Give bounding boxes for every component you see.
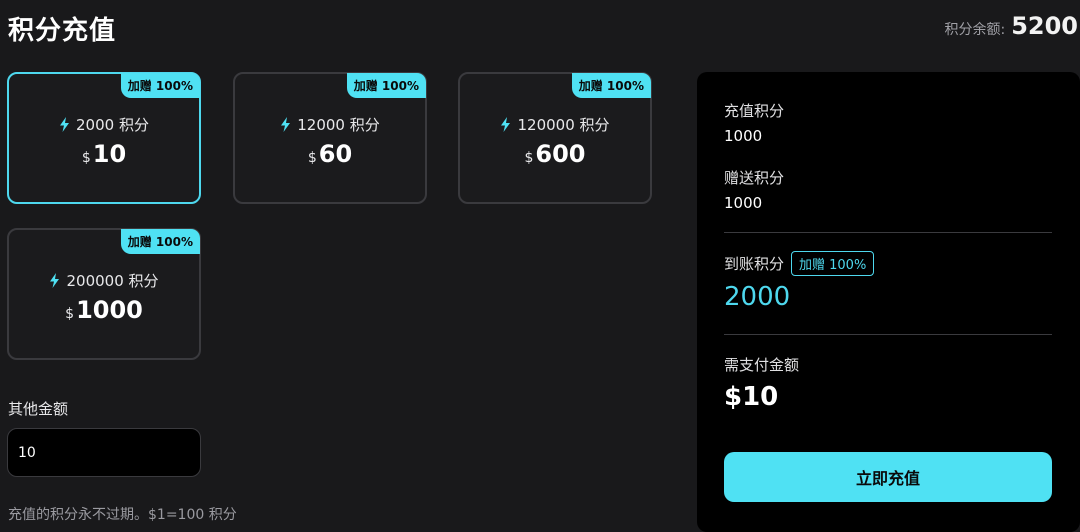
currency-symbol: $ — [307, 150, 317, 166]
recharge-now-button[interactable]: 立即充值 — [724, 452, 1052, 502]
pay-amount-label: 需支付金额 — [724, 356, 800, 374]
package-price-value: 10 — [92, 140, 127, 168]
bonus-points-label: 赠送积分 — [724, 169, 785, 187]
package-points: 200000 积分 — [9, 270, 199, 291]
package-card-120000[interactable]: 加赠 100% 120000 积分 $600 — [458, 72, 652, 204]
package-price: $600 — [460, 140, 650, 168]
package-price-value: 1000 — [76, 296, 143, 324]
bonus-badge: 加赠 100% — [120, 73, 200, 98]
recharge-points-label: 充值积分 — [724, 102, 785, 120]
bonus-points-value: 1000 — [724, 194, 763, 212]
bonus-badge: 加赠 100% — [346, 73, 426, 98]
balance-label: 积分余额: — [944, 22, 1006, 38]
package-points: 2000 积分 — [9, 114, 199, 135]
currency-symbol: $ — [65, 306, 75, 322]
pay-amount-value: $10 — [724, 382, 779, 412]
package-price-value: 60 — [318, 140, 353, 168]
package-points-label: 200000 积分 — [66, 272, 159, 290]
bonus-badge: 加赠 100% — [571, 73, 651, 98]
bonus-badge: 加赠 100% — [791, 251, 875, 276]
lightning-icon — [60, 117, 70, 132]
other-amount-input[interactable] — [7, 428, 201, 477]
package-points: 12000 积分 — [235, 114, 425, 135]
package-points-label: 12000 积分 — [297, 116, 380, 134]
page-title: 积分充值 — [8, 16, 117, 46]
package-price-value: 600 — [535, 140, 586, 168]
recharge-points-value: 1000 — [724, 127, 763, 145]
currency-symbol: $ — [81, 150, 91, 166]
package-points: 120000 积分 — [460, 114, 650, 135]
currency-symbol: $ — [524, 150, 534, 166]
package-price: $1000 — [9, 296, 199, 324]
points-balance: 积分余额: 5200 — [944, 12, 1078, 40]
package-card-200000[interactable]: 加赠 100% 200000 积分 $1000 — [7, 228, 201, 360]
package-points-label: 2000 积分 — [76, 116, 149, 134]
lightning-icon — [50, 273, 60, 288]
divider — [724, 232, 1052, 233]
order-summary-panel: 充值积分 1000 赠送积分 1000 到账积分 加赠 100% 2000 需支… — [697, 72, 1080, 532]
footnote: 充值的积分永不过期。$1=100 积分 — [8, 507, 237, 523]
lightning-icon — [501, 117, 511, 132]
package-card-12000[interactable]: 加赠 100% 12000 积分 $60 — [233, 72, 427, 204]
received-points-label: 到账积分 — [724, 255, 785, 273]
package-price: $60 — [235, 140, 425, 168]
package-points-label: 120000 积分 — [517, 116, 610, 134]
bonus-badge: 加赠 100% — [120, 229, 200, 254]
received-points-value: 2000 — [724, 282, 791, 312]
package-card-2000[interactable]: 加赠 100% 2000 积分 $10 — [7, 72, 201, 204]
divider — [724, 334, 1052, 335]
package-price: $10 — [9, 140, 199, 168]
other-amount-label: 其他金额 — [8, 400, 69, 418]
lightning-icon — [281, 117, 291, 132]
balance-value: 5200 — [1011, 12, 1078, 40]
